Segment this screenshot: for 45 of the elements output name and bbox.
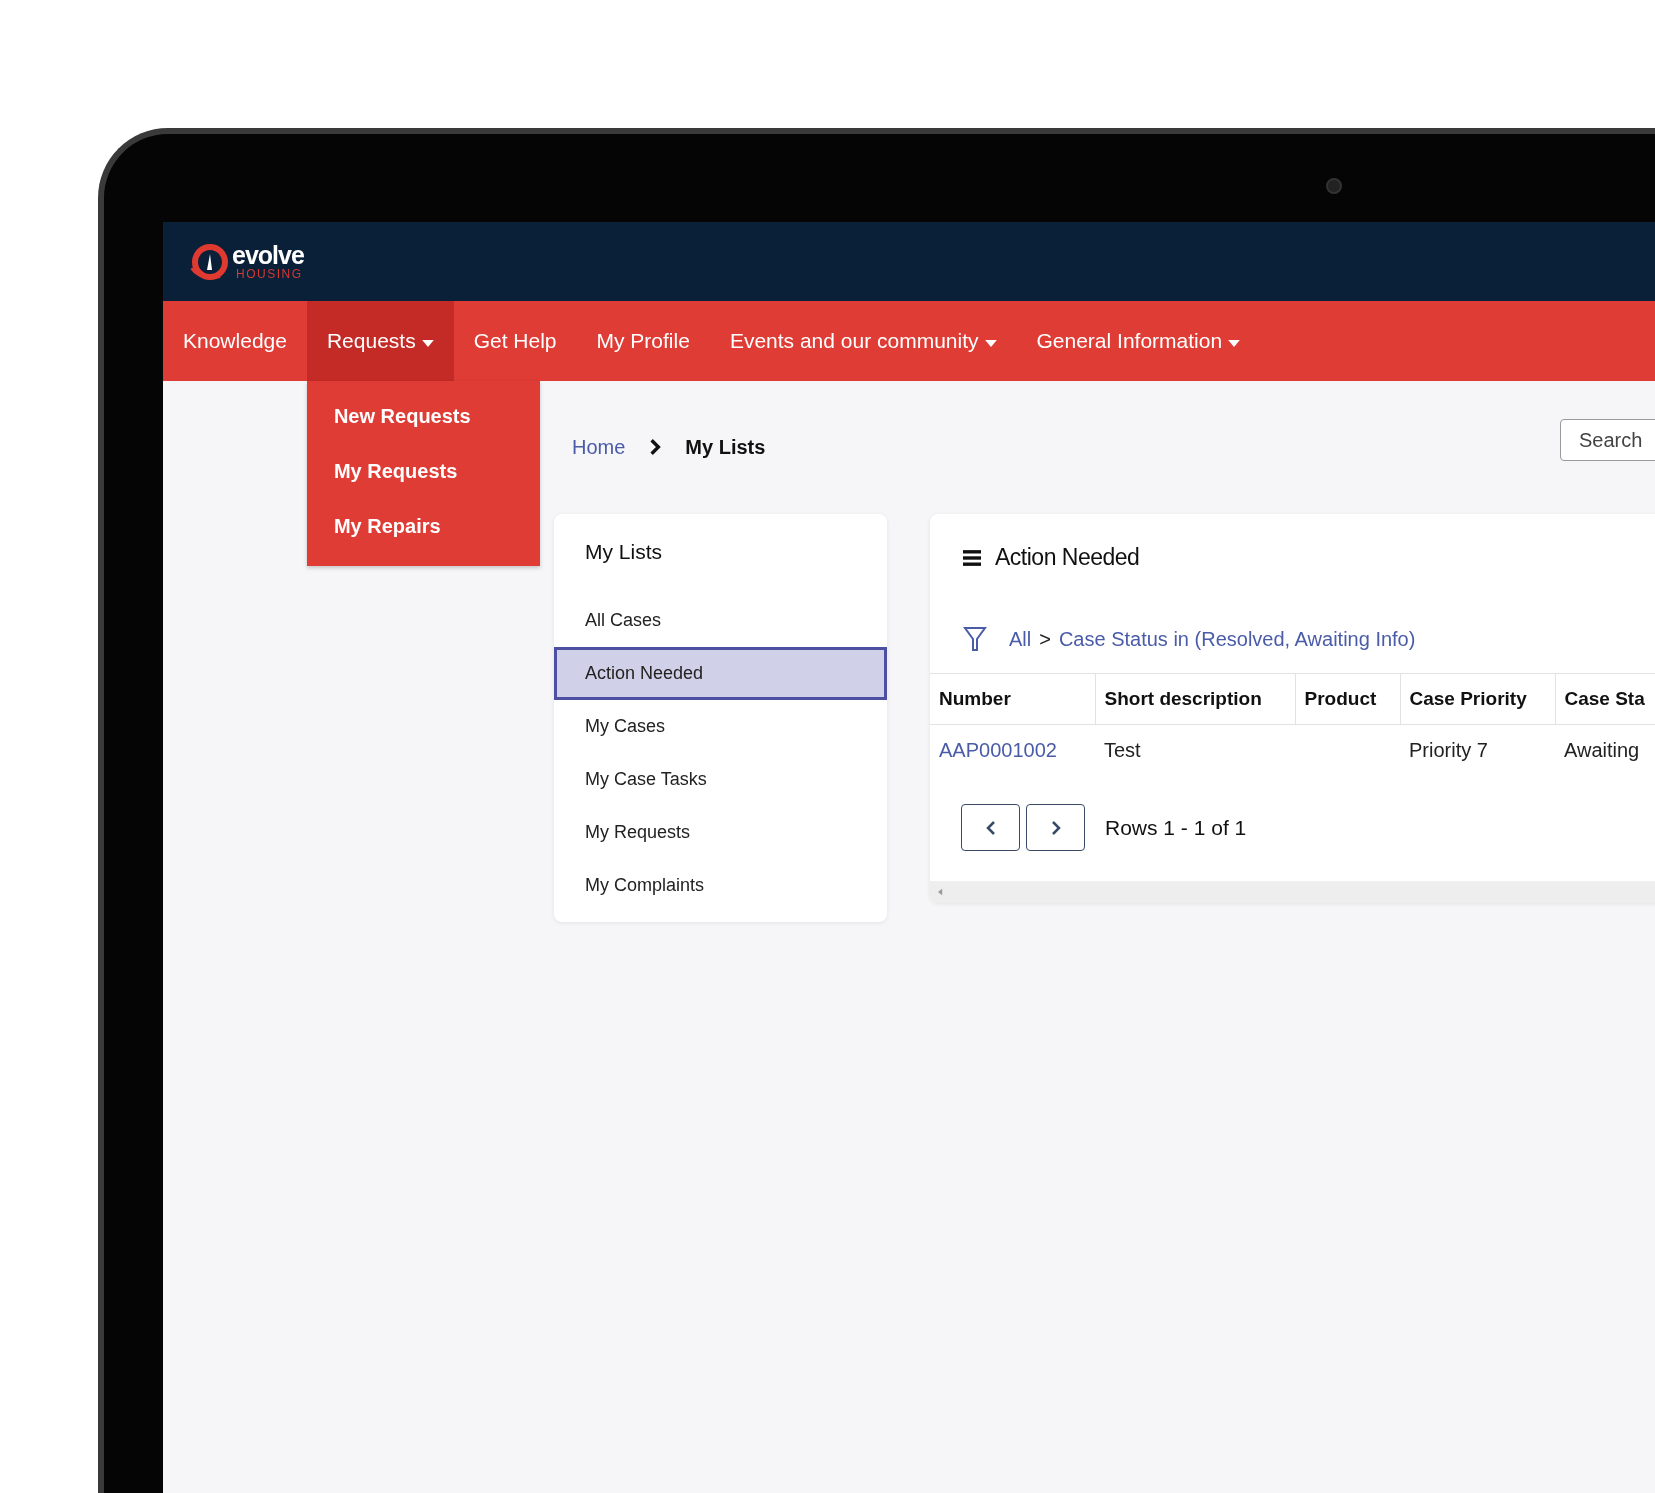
list-item[interactable]: My Complaints (554, 859, 887, 912)
case-number-link[interactable]: AAP0001002 (939, 739, 1057, 761)
dropdown-item[interactable]: My Repairs (306, 499, 540, 554)
column-header[interactable]: Case Sta (1555, 673, 1655, 725)
table-cell: Awaiting (1555, 724, 1655, 776)
chevron-right-icon (649, 438, 662, 456)
table-cell: Priority 7 (1400, 724, 1555, 776)
table-cell: Test (1095, 724, 1295, 776)
filter-separator: > (1039, 627, 1051, 651)
nav-menu-item[interactable]: Events and our community (709, 301, 1017, 381)
next-page-button[interactable] (1026, 804, 1085, 851)
column-header[interactable]: Number (930, 673, 1095, 725)
nav-menu-item[interactable]: My Profile (576, 301, 710, 381)
chevron-right-icon (1050, 819, 1061, 836)
chevron-left-icon (985, 819, 996, 836)
list-title: Action Needed (995, 544, 1140, 571)
filter-all-link[interactable]: All (1009, 627, 1032, 651)
list-item[interactable]: All Cases (554, 594, 887, 647)
column-header[interactable]: Case Priority (1400, 673, 1555, 725)
nav-menu-item[interactable]: Get Help (453, 301, 577, 381)
logo-wordmark: evolve (232, 243, 304, 268)
rows-summary: Rows 1 - 1 of 1 (1105, 815, 1247, 840)
list-item[interactable]: My Case Tasks (554, 753, 887, 806)
previous-page-button[interactable] (961, 804, 1020, 851)
dropdown-item[interactable]: New Requests (306, 389, 540, 444)
column-header[interactable]: Short description (1095, 673, 1295, 725)
filter-icon (963, 625, 987, 653)
horizontal-scrollbar[interactable] (930, 881, 1655, 903)
list-item[interactable]: Action Needed (554, 647, 887, 700)
column-header[interactable]: Product (1295, 673, 1400, 725)
list-item[interactable]: My Cases (554, 700, 887, 753)
menu-icon (963, 549, 981, 566)
camera-icon (1326, 178, 1342, 194)
search-field[interactable]: Search (1560, 419, 1655, 461)
nav-menu-item[interactable]: Knowledge (163, 301, 307, 381)
dropdown-item[interactable]: My Requests (306, 444, 540, 499)
nav-menu-item[interactable]: Requests (306, 301, 454, 381)
breadcrumb-link[interactable]: Home (572, 435, 626, 459)
nav-menu-item[interactable]: General Information (1016, 301, 1261, 381)
logo-subtitle: HOUSING (236, 268, 304, 280)
filter-condition-link[interactable]: Case Status in (Resolved, Awaiting Info) (1058, 627, 1416, 651)
breadcrumb-current: My Lists (685, 435, 766, 459)
swirl-logo-icon (190, 241, 230, 282)
list-item[interactable]: My Requests (554, 806, 887, 859)
card-title: My Lists (584, 540, 663, 565)
